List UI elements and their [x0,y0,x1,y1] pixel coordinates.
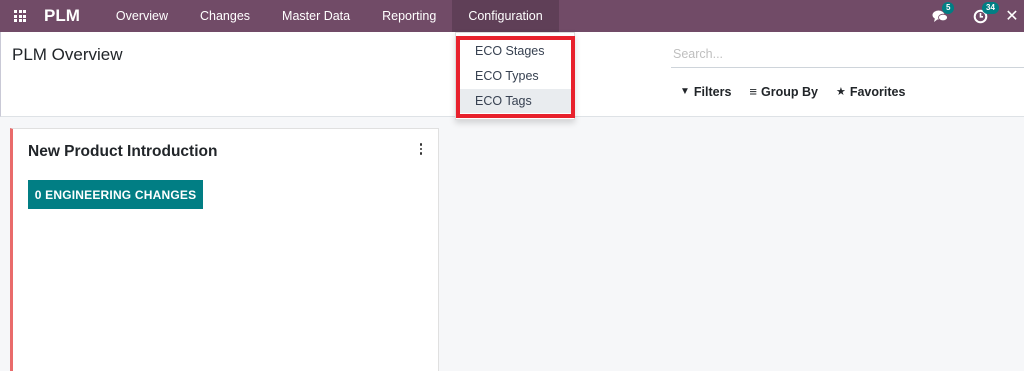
favorites-button[interactable]: ★ Favorites [836,85,905,99]
engineering-changes-button[interactable]: 0 ENGINEERING CHANGES [28,180,203,209]
filters-button[interactable]: ▼ Filters [680,85,731,99]
search-input[interactable] [671,42,1024,66]
kanban-view: New Product Introduction 0 ENGINEERING C… [0,117,1024,371]
group-by-button[interactable]: ≡ Group By [749,84,818,99]
card-title: New Product Introduction [28,143,218,160]
top-navbar: PLM Overview Changes Master Data Reporti… [0,0,1024,32]
messages-button[interactable]: 5 [920,0,960,32]
messages-count-badge: 5 [942,2,955,14]
menu-master-data[interactable]: Master Data [266,0,366,32]
vertical-dots-menu-icon[interactable] [416,140,426,158]
menu-reporting[interactable]: Reporting [366,0,452,32]
group-by-label: Group By [761,84,818,99]
menu-configuration[interactable]: Configuration [452,0,559,32]
activities-button[interactable]: 34 [960,0,1000,32]
menu-changes[interactable]: Changes [184,0,266,32]
filter-funnel-icon: ▼ [680,86,690,97]
apps-grid-icon[interactable] [2,0,38,32]
filters-label: Filters [693,84,732,99]
menu-overview[interactable]: Overview [100,0,184,32]
close-icon[interactable]: ✕ [1000,0,1024,32]
app-brand[interactable]: PLM [44,6,80,26]
favorites-label: Favorites [849,84,906,99]
search-options: ▼ Filters ≡ Group By ★ Favorites [680,84,923,99]
activities-count-badge: 34 [982,2,999,14]
systray: 5 34 ✕ [920,0,1024,32]
page-title: PLM Overview [12,45,123,64]
group-by-lines-icon: ≡ [749,84,758,99]
kanban-card[interactable]: New Product Introduction 0 ENGINEERING C… [10,128,439,371]
highlight-annotation-box [456,36,575,118]
search-box [671,42,1024,68]
star-icon: ★ [835,86,846,98]
